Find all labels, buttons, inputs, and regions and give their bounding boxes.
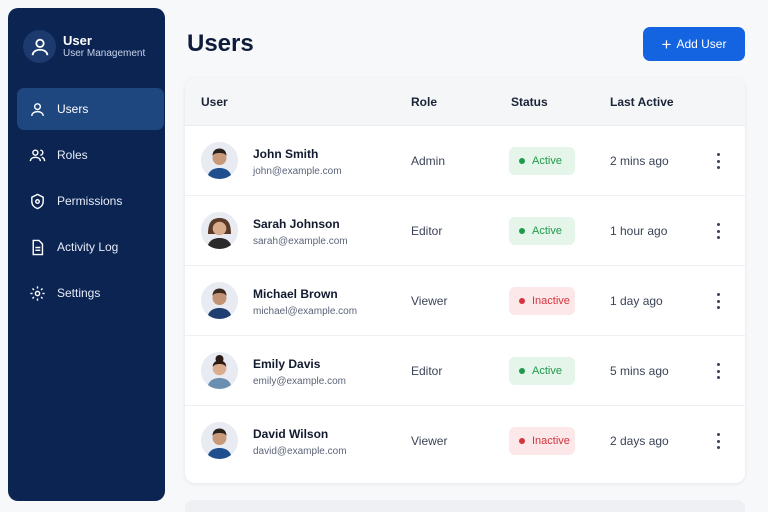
status-label: Active xyxy=(532,225,562,237)
document-icon xyxy=(28,238,46,256)
sidebar-nav: Users Roles Permissions Activity Log Set… xyxy=(17,88,164,318)
status-badge: Active xyxy=(509,357,575,385)
avatar xyxy=(201,212,238,249)
status-badge: Active xyxy=(509,217,575,245)
status-dot xyxy=(519,158,525,164)
more-options-icon[interactable] xyxy=(711,291,725,311)
sidebar-item-users[interactable]: Users xyxy=(17,88,164,130)
user-email: michael@example.com xyxy=(253,306,358,317)
user-icon xyxy=(23,30,56,63)
more-options-icon[interactable] xyxy=(711,221,725,241)
user-role: Viewer xyxy=(411,294,448,308)
last-active: 2 days ago xyxy=(610,434,669,448)
status-badge: Active xyxy=(509,147,575,175)
status-dot xyxy=(519,298,525,304)
status-dot xyxy=(519,438,525,444)
brand-title: User xyxy=(63,32,92,48)
status-label: Inactive xyxy=(532,435,570,447)
sidebar-item-label: Permissions xyxy=(57,194,123,208)
last-active: 1 day ago xyxy=(610,294,663,308)
bottom-card-edge xyxy=(185,500,745,512)
table-header: User Role Status Last Active xyxy=(185,78,745,126)
add-user-label: Add User xyxy=(676,37,727,51)
sidebar-item-label: Roles xyxy=(57,148,88,162)
user-email: john@example.com xyxy=(253,166,342,177)
users-table: User Role Status Last Active John Smith … xyxy=(185,78,745,483)
users-icon xyxy=(28,146,46,164)
status-badge: Inactive xyxy=(509,427,575,455)
sidebar-item-roles[interactable]: Roles xyxy=(17,134,164,176)
add-user-button[interactable]: + Add User xyxy=(643,27,745,61)
shield-icon xyxy=(28,192,46,210)
user-role: Editor xyxy=(411,224,443,238)
avatar xyxy=(201,352,238,389)
user-role: Viewer xyxy=(411,434,448,448)
avatar xyxy=(201,422,238,459)
status-dot xyxy=(519,368,525,374)
plus-icon: + xyxy=(661,34,672,54)
sidebar-item-label: Settings xyxy=(57,286,101,300)
table-row[interactable]: John Smith john@example.com Admin Active… xyxy=(185,126,745,196)
avatar xyxy=(201,282,238,319)
more-options-icon[interactable] xyxy=(711,151,725,171)
sidebar-item-label: Activity Log xyxy=(57,240,119,254)
last-active: 5 mins ago xyxy=(610,364,669,378)
more-options-icon[interactable] xyxy=(711,361,725,381)
more-options-icon[interactable] xyxy=(711,431,725,451)
table-row[interactable]: Emily Davis emily@example.com Editor Act… xyxy=(185,336,745,406)
user-name: Michael Brown xyxy=(253,287,338,301)
column-header-user: User xyxy=(201,95,228,109)
last-active: 1 hour ago xyxy=(610,224,668,238)
user-role: Admin xyxy=(411,154,446,168)
table-row[interactable]: Michael Brown michael@example.com Viewer… xyxy=(185,266,745,336)
last-active: 2 mins ago xyxy=(610,154,669,168)
sidebar-item-label: Users xyxy=(57,102,89,116)
user-name: Sarah Johnson xyxy=(253,217,340,231)
table-row[interactable]: Sarah Johnson sarah@example.com Editor A… xyxy=(185,196,745,266)
column-header-role: Role xyxy=(411,95,438,109)
brand: User User Management xyxy=(23,30,145,63)
status-label: Inactive xyxy=(532,295,570,307)
column-header-last-active: Last Active xyxy=(610,95,674,109)
avatar xyxy=(201,142,238,179)
user-name: David Wilson xyxy=(253,427,329,441)
user-email: emily@example.com xyxy=(253,376,346,387)
user-icon xyxy=(28,100,46,118)
user-name: Emily Davis xyxy=(253,357,321,371)
user-role: Editor xyxy=(411,364,443,378)
column-header-status: Status xyxy=(511,95,548,109)
page-title: Users xyxy=(187,30,254,57)
table-row[interactable]: David Wilson david@example.com Viewer In… xyxy=(185,406,745,476)
gear-icon xyxy=(28,284,46,302)
status-dot xyxy=(519,228,525,234)
brand-subtitle: User Management xyxy=(63,48,146,60)
user-email: sarah@example.com xyxy=(253,236,348,247)
user-email: david@example.com xyxy=(253,446,347,457)
status-label: Active xyxy=(532,155,562,167)
sidebar-item-permissions[interactable]: Permissions xyxy=(17,180,164,222)
user-name: John Smith xyxy=(253,147,319,161)
sidebar: User User Management Users Roles Permiss… xyxy=(8,8,165,501)
sidebar-item-settings[interactable]: Settings xyxy=(17,272,164,314)
status-badge: Inactive xyxy=(509,287,575,315)
sidebar-item-activity-log[interactable]: Activity Log xyxy=(17,226,164,268)
status-label: Active xyxy=(532,365,562,377)
users-page: User User Management Users Roles Permiss… xyxy=(0,0,768,512)
